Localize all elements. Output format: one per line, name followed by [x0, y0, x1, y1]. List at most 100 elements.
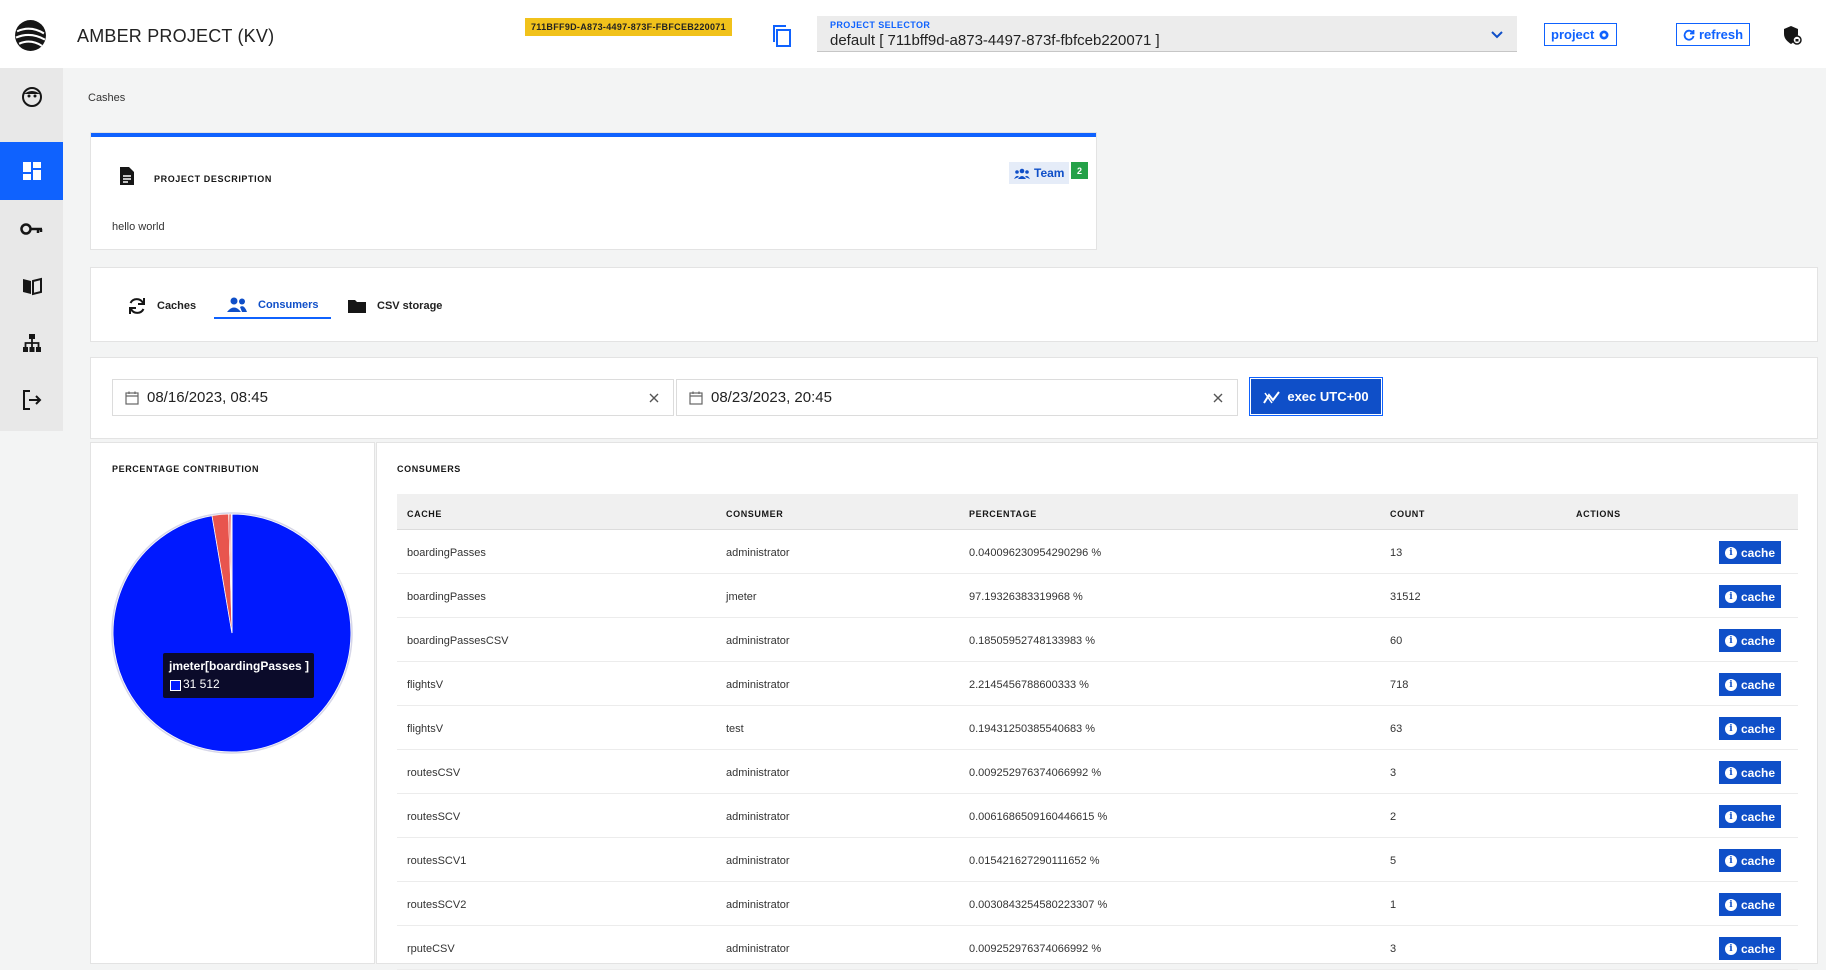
date-range-card: 08/16/2023, 08:45 08/23/2023, 20:45 exec… — [91, 358, 1817, 438]
cache-info-button[interactable]: icache — [1719, 629, 1781, 652]
cache-info-button[interactable]: icache — [1719, 937, 1781, 960]
nav-item-hierarchy[interactable] — [0, 314, 63, 372]
cell-cache: boardingPasses — [407, 547, 486, 559]
cell-cache: boardingPassesCSV — [407, 635, 509, 647]
cell-percentage: 0.0030843254580223307 % — [969, 899, 1107, 911]
clear-icon[interactable] — [1211, 391, 1225, 405]
cell-cache: routesSCV2 — [407, 899, 466, 911]
tab-consumers-label: Consumers — [258, 299, 319, 311]
info-icon: i — [1725, 679, 1737, 691]
tab-consumers[interactable]: Consumers — [214, 292, 331, 319]
start-date-field[interactable]: 08/16/2023, 08:45 — [112, 379, 674, 416]
exec-button-label: exec UTC+00 — [1287, 389, 1368, 404]
cache-info-button[interactable]: icache — [1719, 805, 1781, 828]
cache-button-label: cache — [1741, 590, 1775, 604]
cell-consumer: administrator — [726, 899, 790, 911]
nav-item-logout[interactable] — [0, 371, 63, 429]
cell-count: 1 — [1390, 899, 1396, 911]
cache-button-label: cache — [1741, 810, 1775, 824]
shield-lock-icon[interactable] — [1782, 25, 1802, 45]
refresh-icon — [1683, 29, 1695, 41]
consumers-card: CONSUMERS CACHE CONSUMER PERCENTAGE COUN… — [377, 443, 1817, 963]
calendar-icon — [125, 391, 139, 405]
cache-info-button[interactable]: icache — [1719, 585, 1781, 608]
cache-button-label: cache — [1741, 854, 1775, 868]
cache-button-label: cache — [1741, 546, 1775, 560]
start-date-value: 08/16/2023, 08:45 — [147, 389, 268, 406]
cache-info-button[interactable]: icache — [1719, 541, 1781, 564]
cell-percentage: 0.040096230954290296 % — [969, 547, 1101, 559]
dashboard-icon — [22, 161, 42, 181]
cell-count: 3 — [1390, 943, 1396, 955]
nav-item-keys[interactable] — [0, 200, 63, 258]
cell-cache: routesCSV — [407, 767, 460, 779]
col-cache[interactable]: CACHE — [407, 509, 442, 519]
pie-chart[interactable] — [91, 493, 374, 783]
cell-percentage: 0.015421627290111652 % — [969, 855, 1100, 867]
cache-info-button[interactable]: icache — [1719, 717, 1781, 740]
cell-count: 718 — [1390, 679, 1408, 691]
consumers-title: CONSUMERS — [397, 464, 461, 474]
cache-button-label: cache — [1741, 898, 1775, 912]
cell-count: 3 — [1390, 767, 1396, 779]
table-row: flightsVtest0.19431250385540683 %63icach… — [397, 706, 1798, 750]
col-percentage[interactable]: PERCENTAGE — [969, 509, 1037, 519]
cache-info-button[interactable]: icache — [1719, 893, 1781, 916]
chart-exec-icon — [1263, 389, 1281, 405]
nav-item-profile[interactable] — [0, 68, 63, 126]
cell-cache: rputeCSV — [407, 943, 455, 955]
table-row: boardingPassesCSVadministrator0.18505952… — [397, 618, 1798, 662]
nav-item-docs[interactable] — [0, 257, 63, 315]
table-row: flightsVadministrator2.2145456788600333 … — [397, 662, 1798, 706]
tooltip-title: jmeter[boardingPasses ] — [169, 659, 309, 673]
cell-consumer: administrator — [726, 811, 790, 823]
users-icon — [226, 297, 248, 313]
tab-csv-storage[interactable]: CSV storage — [347, 292, 442, 319]
copy-icon[interactable] — [771, 24, 793, 48]
table-row: boardingPassesadministrator0.04009623095… — [397, 530, 1798, 574]
sync-icon — [127, 297, 147, 315]
info-icon: i — [1725, 899, 1737, 911]
col-count[interactable]: COUNT — [1390, 509, 1425, 519]
tab-csv-storage-label: CSV storage — [377, 300, 442, 312]
project-button-label: project — [1551, 27, 1594, 42]
cache-button-label: cache — [1741, 678, 1775, 692]
book-icon — [21, 276, 43, 296]
tab-caches[interactable]: Caches — [127, 292, 196, 319]
col-actions: ACTIONS — [1576, 509, 1621, 519]
end-date-field[interactable]: 08/23/2023, 20:45 — [676, 379, 1238, 416]
cache-info-button[interactable]: icache — [1719, 673, 1781, 696]
top-bar: AMBER PROJECT (KV) 711BFF9D-A873-4497-87… — [0, 0, 1826, 68]
info-icon: i — [1725, 547, 1737, 559]
exec-button[interactable]: exec UTC+00 — [1251, 379, 1381, 414]
cell-percentage: 0.009252976374066992 % — [969, 943, 1101, 955]
tooltip-swatch — [170, 680, 181, 691]
cell-percentage: 0.0061686509160446615 % — [969, 811, 1107, 823]
info-icon: i — [1725, 723, 1737, 735]
face-icon — [21, 86, 43, 108]
cell-percentage: 0.19431250385540683 % — [969, 723, 1095, 735]
cache-button-label: cache — [1741, 942, 1775, 956]
cell-percentage: 0.18505952748133983 % — [969, 635, 1095, 647]
project-selector[interactable]: PROJECT SELECTOR default [ 711bff9d-a873… — [817, 16, 1517, 52]
project-description-card: PROJECT DESCRIPTION hello world Team 2 — [91, 133, 1096, 249]
cache-info-button[interactable]: icache — [1719, 849, 1781, 872]
project-selector-label: PROJECT SELECTOR — [830, 20, 930, 30]
clear-icon[interactable] — [647, 391, 661, 405]
project-button[interactable]: project — [1544, 23, 1617, 46]
cache-info-button[interactable]: icache — [1719, 761, 1781, 784]
globe-logo-icon[interactable] — [14, 19, 47, 52]
team-tag[interactable]: Team — [1009, 162, 1069, 184]
cell-cache: routesSCV1 — [407, 855, 466, 867]
cell-consumer: administrator — [726, 855, 790, 867]
refresh-button[interactable]: refresh — [1676, 23, 1750, 46]
col-consumer[interactable]: CONSUMER — [726, 509, 783, 519]
breadcrumb[interactable]: Cashes — [88, 92, 125, 104]
info-icon: i — [1725, 591, 1737, 603]
cell-percentage: 0.009252976374066992 % — [969, 767, 1101, 779]
tooltip-value: 31 512 — [183, 677, 220, 691]
table-row: rputeCSVadministrator0.00925297637406699… — [397, 926, 1798, 970]
tab-caches-label: Caches — [157, 300, 196, 312]
cell-cache: routesSCV — [407, 811, 460, 823]
nav-item-dashboard[interactable] — [0, 142, 63, 200]
